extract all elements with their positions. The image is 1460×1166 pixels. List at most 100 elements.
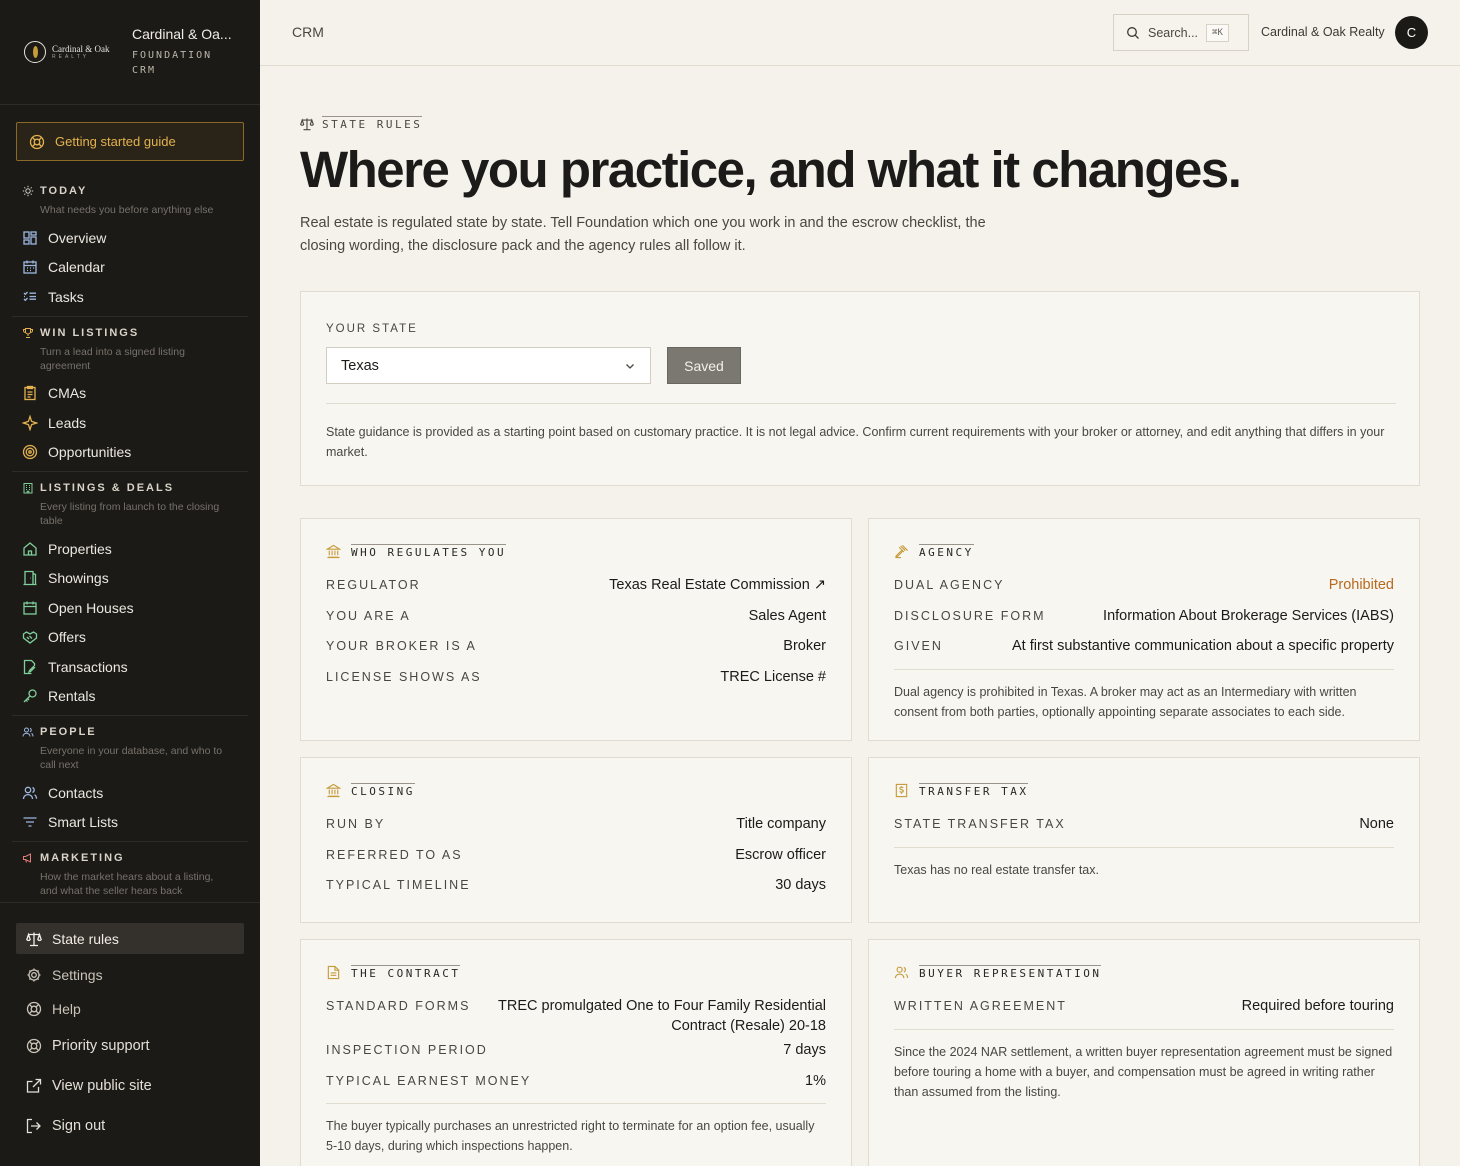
door-icon (23, 571, 37, 586)
state-select-value: Texas (341, 357, 379, 374)
building-icon (23, 483, 33, 494)
sidebar-item-open-houses[interactable]: Open Houses (12, 593, 248, 623)
row-value: 7 days (783, 1042, 826, 1058)
state-select[interactable]: Texas (326, 347, 651, 384)
sidebar-item-offers[interactable]: Offers (12, 623, 248, 653)
sidebar-item-contacts[interactable]: Contacts (12, 778, 248, 808)
standard-forms-row: STANDARD FORMS TREC promulgated One to Fo… (326, 992, 826, 1036)
key-icon (23, 689, 37, 703)
leaf-logo-icon (24, 41, 46, 63)
dual-agency-row: DUAL AGENCY Prohibited (894, 571, 1394, 602)
section-desc: Turn a lead into a signed listing agreem… (40, 345, 185, 372)
sidebar-item-label: View public site (52, 1078, 152, 1094)
filter-lines-icon (23, 817, 37, 827)
regulator-link[interactable]: Texas Real Estate Commission ↗ (609, 575, 826, 595)
sidebar-item-label: Tasks (48, 288, 84, 305)
state-selector-panel: YOUR STATE Texas Saved State guidance is… (300, 291, 1420, 486)
gear-icon (27, 968, 41, 982)
sidebar-item-view-public-site[interactable]: View public site (0, 1066, 244, 1106)
external-link-icon (26, 1078, 42, 1093)
users-icon (894, 966, 909, 979)
row-value: At first substantive communication about… (1011, 638, 1394, 654)
card-title: BUYER REPRESENTATION (919, 965, 1102, 980)
card-title: TRANSFER TAX (919, 783, 1029, 798)
row-label: WRITTEN AGREEMENT (894, 999, 1067, 1013)
status-value-prohibited: Prohibited (1328, 577, 1394, 593)
sidebar-item-label: State rules (52, 930, 119, 947)
contacts-icon (22, 786, 38, 799)
row-label: STATE TRANSFER TAX (894, 817, 1066, 831)
row-value: 30 days (775, 877, 826, 893)
breadcrumb[interactable]: CRM (292, 24, 324, 40)
transfer-tax-card: TRANSFER TAX STATE TRANSFER TAX None Texa… (868, 757, 1420, 923)
getting-started-label: Getting started guide (55, 134, 176, 149)
receipt-dollar-icon (895, 783, 908, 798)
sidebar-item-label: Help (52, 1001, 81, 1017)
nav-section-today: TODAY What needs you before anything els… (12, 175, 248, 317)
agency-card: AGENCY DUAL AGENCY Prohibited DISCLOSURE … (868, 518, 1420, 741)
row-value: None (1359, 816, 1394, 832)
nav-section-win-listings: WIN LISTINGS Turn a lead into a signed l… (12, 317, 248, 472)
trophy-icon (23, 327, 33, 338)
sidebar-item-properties[interactable]: Properties (12, 534, 248, 564)
sidebar-item-settings[interactable]: Settings (0, 958, 244, 992)
sidebar-item-label: Settings (52, 967, 103, 983)
scales-icon (300, 117, 314, 130)
page-title: Where you practice, and what it changes. (300, 141, 1242, 198)
sign-out-icon (26, 1118, 41, 1134)
license-display-row: LICENSE SHOWS AS TREC License # (326, 663, 826, 694)
sidebar-item-sign-out[interactable]: Sign out (0, 1106, 244, 1146)
row-label: YOU ARE A (326, 608, 411, 623)
earnest-money-row: TYPICAL EARNEST MONEY 1% (326, 1067, 826, 1098)
nav-section-marketing: MARKETING How the market hears about a l… (12, 842, 248, 902)
sidebar-item-label: Overview (48, 229, 107, 246)
card-note: Dual agency is prohibited in Texas. A br… (894, 668, 1394, 722)
sidebar-item-state-rules[interactable]: State rules (16, 923, 244, 954)
page-description: Real estate is regulated state by state.… (300, 215, 986, 254)
saved-button[interactable]: Saved (667, 347, 741, 384)
sidebar-item-smart-lists[interactable]: Smart Lists (12, 808, 248, 838)
sparkle-icon (22, 414, 38, 431)
section-title: LISTINGS & DEALS (40, 482, 175, 494)
avatar[interactable]: C (1395, 16, 1428, 49)
state-label: YOUR STATE (326, 323, 418, 335)
sidebar-item-overview[interactable]: Overview (12, 223, 248, 253)
closing-card: CLOSING RUN BY Title company REFERRED TO … (300, 757, 852, 923)
search-icon (1127, 26, 1139, 39)
row-label: TYPICAL TIMELINE (326, 878, 471, 892)
sidebar-item-tasks[interactable]: Tasks (12, 282, 248, 312)
org-name[interactable]: Cardinal & Oak Realty (1261, 25, 1385, 39)
sidebar-item-label: Sign out (52, 1118, 106, 1134)
row-value: Required before touring (1241, 998, 1394, 1014)
sidebar-item-cmas[interactable]: CMAs (12, 379, 248, 409)
section-desc: Everyone in your database, and who to ca… (40, 745, 223, 771)
sidebar-item-leads[interactable]: Leads (12, 408, 248, 438)
sidebar-item-label: Calendar (48, 259, 105, 276)
sidebar-item-help[interactable]: Help (0, 992, 244, 1026)
sun-icon (22, 185, 34, 197)
top-bar: CRM Search... ⌘K Cardinal & Oak Realty C (260, 0, 1460, 66)
home-icon (23, 541, 37, 556)
checklist-icon (23, 291, 36, 301)
brand-subtitle: FOUNDATION CRM (132, 50, 213, 76)
broker-type-row: YOUR BROKER IS A Broker (326, 632, 826, 663)
sidebar-item-calendar[interactable]: Calendar (12, 253, 248, 283)
search-input[interactable]: Search... ⌘K (1113, 14, 1249, 51)
card-title: CLOSING (351, 783, 415, 798)
dashboard-icon (23, 231, 37, 245)
sidebar-item-priority-support[interactable]: Priority support (0, 1026, 244, 1066)
sidebar-item-showings[interactable]: Showings (12, 564, 248, 594)
logo-text: Cardinal & Oak (52, 43, 110, 54)
brand-header[interactable]: Cardinal & Oak REALTY Cardinal & Oa... F… (0, 0, 260, 105)
sidebar-item-rentals[interactable]: Rentals (12, 682, 248, 712)
row-value: Escrow officer (735, 846, 826, 863)
row-value: Sales Agent (748, 607, 826, 624)
document-edit-icon (23, 659, 36, 674)
sidebar-item-transactions[interactable]: Transactions (12, 652, 248, 682)
getting-started-button[interactable]: Getting started guide (16, 122, 244, 161)
sidebar-nav[interactable]: TODAY What needs you before anything els… (0, 175, 260, 902)
lifebuoy-icon (26, 1038, 42, 1054)
card-title: WHO REGULATES YOU (351, 544, 507, 559)
sidebar-item-opportunities[interactable]: Opportunities (12, 438, 248, 468)
card-title: AGENCY (919, 544, 974, 559)
